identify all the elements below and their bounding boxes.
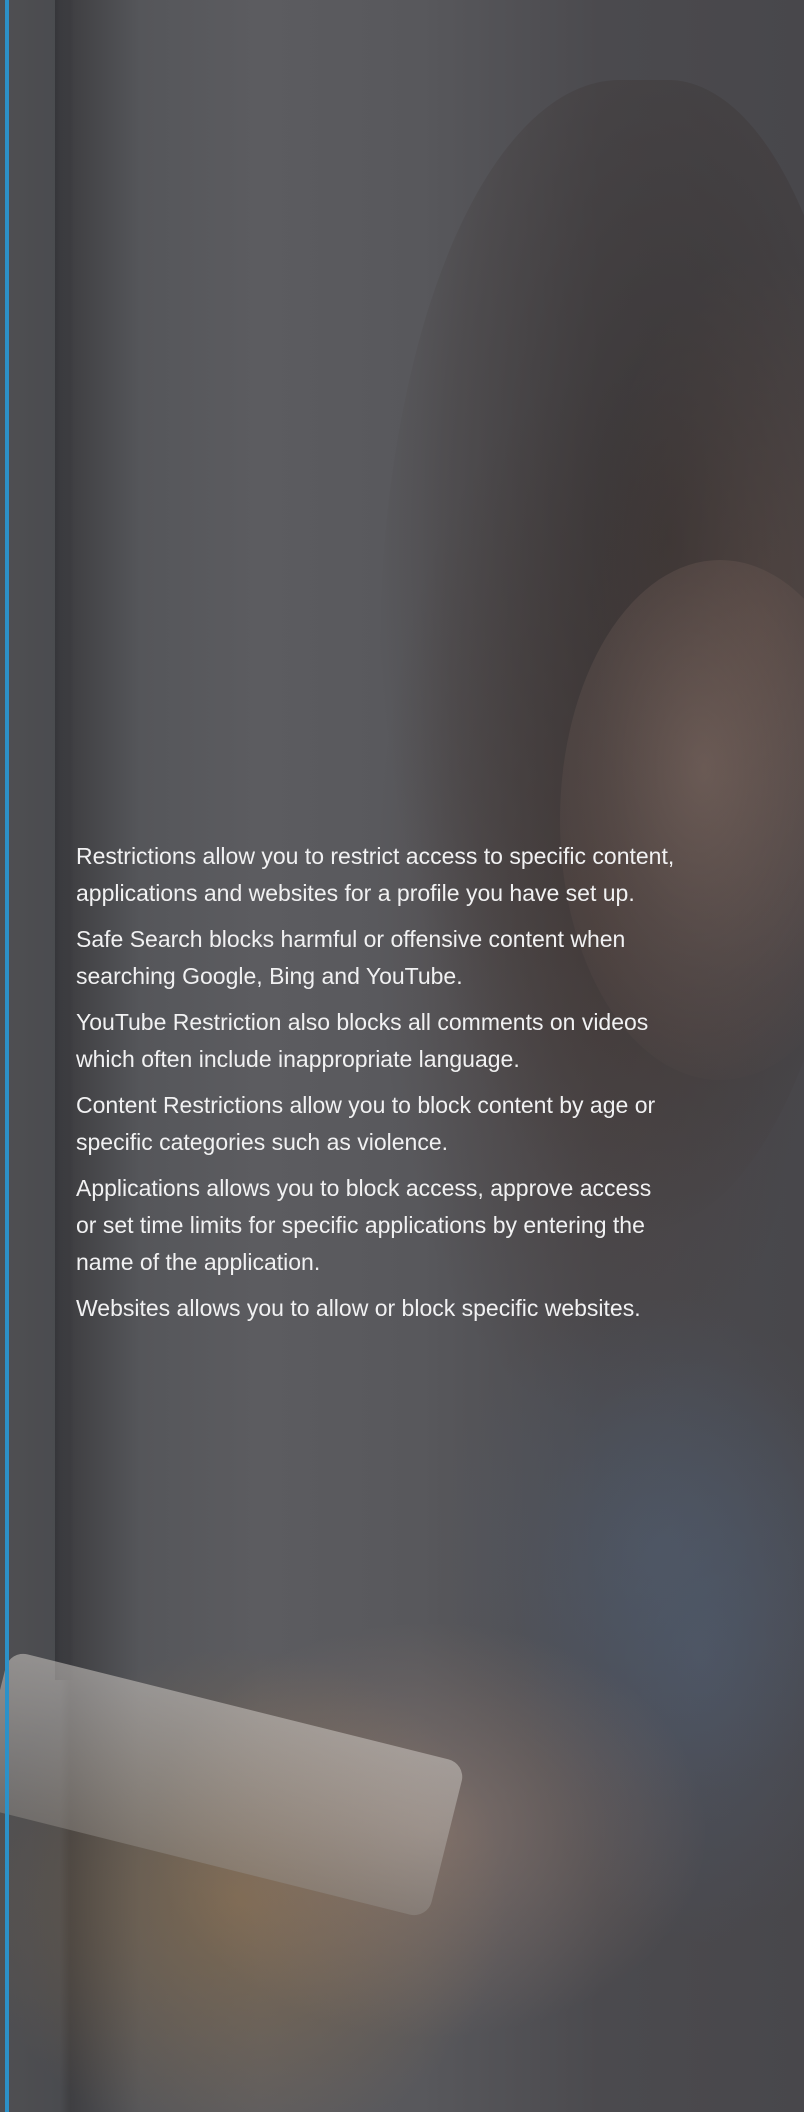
paragraph-websites: Websites allows you to allow or block sp… [76, 1295, 641, 1321]
accent-bar [5, 0, 9, 2112]
restrictions-panel: Restrictions allow you to restrict acces… [0, 0, 804, 2112]
restrictions-description: Restrictions allow you to restrict acces… [76, 838, 676, 1336]
paragraph-content-restrictions: Content Restrictions allow you to block … [76, 1092, 656, 1155]
paragraph-safe-search: Safe Search blocks harmful or offensive … [76, 926, 626, 989]
paragraph-applications: Applications allows you to block access,… [76, 1175, 652, 1275]
paragraph-restrictions-overview: Restrictions allow you to restrict acces… [76, 843, 675, 906]
background-photo-window-frame [55, 0, 73, 1680]
paragraph-youtube-restriction: YouTube Restriction also blocks all comm… [76, 1009, 649, 1072]
